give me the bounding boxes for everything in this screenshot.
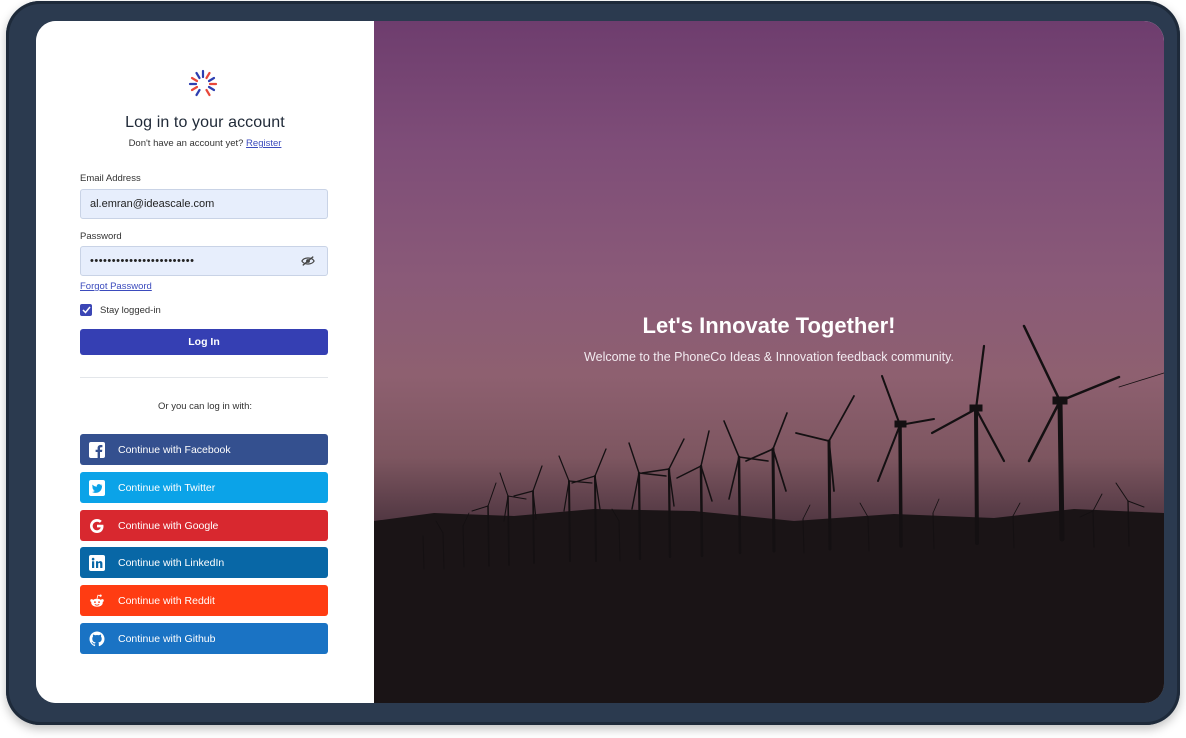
no-account-text: Don't have an account yet? [128, 138, 244, 149]
google-icon [89, 518, 105, 534]
or-login-with-text: Or you can log in with: [158, 401, 252, 412]
forgot-password-link[interactable]: Forgot Password [80, 281, 152, 292]
github-icon [89, 631, 105, 647]
ideascale-logo-icon [188, 69, 218, 97]
register-link[interactable]: Register [246, 138, 281, 149]
hero-subtitle: Welcome to the PhoneCo Ideas & Innovatio… [584, 350, 954, 364]
email-field[interactable]: al.emran@ideascale.com [80, 189, 328, 219]
password-field[interactable]: •••••••••••••••••••••••• [80, 246, 328, 276]
linkedin-icon [89, 554, 105, 571]
reddit-login-button[interactable]: Continue with Reddit [80, 585, 328, 616]
checkmark-icon [81, 306, 91, 314]
google-label: Continue with Google [118, 519, 219, 532]
device-frame: Log in to your account Don't have an acc… [6, 1, 1180, 725]
twitter-login-button[interactable]: Continue with Twitter [80, 472, 328, 503]
password-value: •••••••••••••••••••••••• [90, 255, 195, 267]
github-login-button[interactable]: Continue with Github [80, 623, 328, 654]
screen: Log in to your account Don't have an acc… [36, 21, 1164, 703]
stay-logged-in-label: Stay logged-in [100, 304, 161, 316]
login-panel: Log in to your account Don't have an acc… [36, 21, 374, 703]
hero-panel: Let's Innovate Together! Welcome to the … [374, 21, 1164, 703]
twitter-label: Continue with Twitter [118, 481, 216, 494]
hero-title: Let's Innovate Together! [642, 313, 896, 338]
reddit-label: Continue with Reddit [118, 594, 215, 607]
facebook-login-button[interactable]: Continue with Facebook [80, 434, 328, 465]
email-value: al.emran@ideascale.com [90, 198, 215, 210]
divider [80, 377, 328, 378]
github-label: Continue with Github [118, 632, 216, 645]
stay-logged-in-checkbox[interactable] [80, 304, 92, 316]
page-title: Log in to your account [125, 114, 285, 131]
stay-logged-in-row[interactable]: Stay logged-in [80, 304, 161, 316]
facebook-icon [89, 441, 105, 458]
linkedin-label: Continue with LinkedIn [118, 556, 225, 569]
login-button[interactable]: Log In [80, 329, 328, 355]
reddit-icon [89, 593, 105, 609]
linkedin-login-button[interactable]: Continue with LinkedIn [80, 547, 328, 578]
facebook-label: Continue with Facebook [118, 443, 231, 456]
google-login-button[interactable]: Continue with Google [80, 510, 328, 541]
eye-off-icon[interactable] [301, 255, 315, 267]
email-label: Email Address [80, 173, 141, 184]
register-prompt: Don't have an account yet? Register [36, 138, 374, 149]
password-label: Password [80, 231, 122, 242]
twitter-icon [89, 479, 105, 496]
